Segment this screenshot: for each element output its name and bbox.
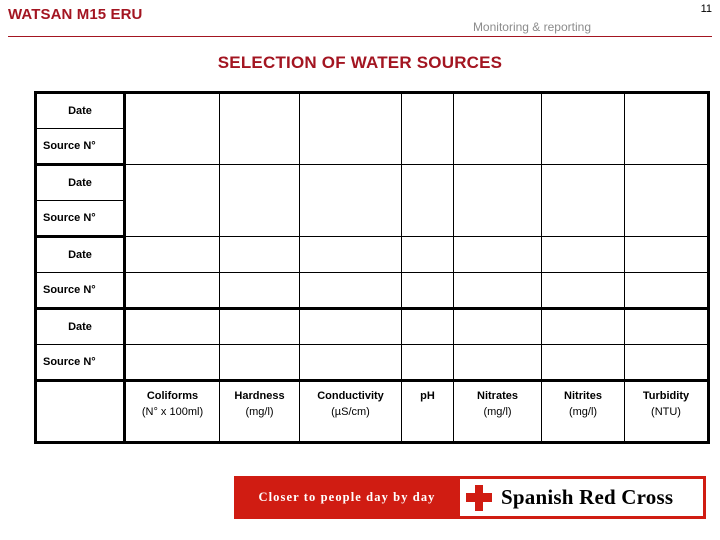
- data-cell-nitrites[interactable]: [541, 236, 625, 273]
- footer-tagline: Closer to people day by day: [258, 490, 436, 504]
- data-cell-nitrites[interactable]: [541, 344, 625, 382]
- table-row: Date: [35, 236, 709, 273]
- data-cell-nitrates[interactable]: [453, 236, 542, 273]
- data-cell-ph[interactable]: [401, 236, 454, 273]
- table-row: Source N°: [35, 344, 709, 382]
- data-cell-coliforms[interactable]: [124, 272, 220, 310]
- row-label-source: Source N°: [35, 128, 126, 166]
- spanish-red-cross-logo: Closer to people day by day Spanish Red …: [234, 476, 706, 519]
- data-cell-turbidity[interactable]: [624, 236, 709, 273]
- water-sources-table: Date Source N° Date Source N° Date Sourc…: [34, 91, 710, 444]
- data-cell-coliforms[interactable]: [124, 236, 220, 273]
- data-cell-nitrates[interactable]: [453, 92, 542, 165]
- data-cell-ph[interactable]: [401, 344, 454, 382]
- red-cross-icon: [466, 484, 492, 511]
- data-cell-ph[interactable]: [401, 92, 454, 165]
- data-cell-hardness[interactable]: [219, 92, 300, 165]
- header-name: Turbidity: [642, 390, 690, 402]
- table-row: Source N°: [35, 272, 709, 310]
- data-cell-turbidity[interactable]: [624, 272, 709, 310]
- row-label-date: Date: [35, 236, 126, 273]
- data-cell-coliforms[interactable]: [124, 344, 220, 382]
- header-cell-nitrites: Nitrites (mg/l): [541, 380, 625, 443]
- header-name: Hardness: [234, 390, 285, 402]
- header-unit: (NTU): [651, 405, 681, 418]
- table-row: Date: [35, 308, 709, 345]
- data-cell-turbidity[interactable]: [624, 308, 709, 345]
- header-name: Nitrates: [477, 390, 518, 402]
- data-cell-hardness[interactable]: [219, 236, 300, 273]
- footer-brand-name: Spanish Red Cross: [501, 485, 674, 509]
- data-cell-conductivity[interactable]: [299, 272, 402, 310]
- data-cell-coliforms[interactable]: [124, 92, 220, 165]
- header-cell-turbidity: Turbidity (NTU): [624, 380, 709, 443]
- header-name: pH: [420, 390, 435, 402]
- data-cell-hardness[interactable]: [219, 272, 300, 310]
- data-cell-nitrites[interactable]: [541, 272, 625, 310]
- header-unit: (µS/cm): [331, 405, 370, 418]
- footer-brand-box: Spanish Red Cross: [460, 479, 703, 516]
- data-cell-coliforms[interactable]: [124, 308, 220, 345]
- data-cell-ph[interactable]: [401, 164, 454, 237]
- row-label-source: Source N°: [35, 272, 126, 310]
- row-label-source: Source N°: [35, 344, 126, 382]
- data-cell-turbidity[interactable]: [624, 344, 709, 382]
- header-unit: (mg/l): [483, 405, 512, 418]
- data-cell-conductivity[interactable]: [299, 164, 402, 237]
- header-cell-nitrates: Nitrates (mg/l): [453, 380, 542, 443]
- data-cell-nitrites[interactable]: [541, 164, 625, 237]
- data-cell-ph[interactable]: [401, 308, 454, 345]
- data-cell-nitrates[interactable]: [453, 272, 542, 310]
- data-cell-turbidity[interactable]: [624, 92, 709, 165]
- slide-number: 11: [700, 3, 712, 15]
- data-cell-coliforms[interactable]: [124, 164, 220, 237]
- row-label-date: Date: [35, 92, 126, 129]
- row-label-source: Source N°: [35, 200, 126, 238]
- row-label-date: Date: [35, 164, 126, 201]
- data-cell-hardness[interactable]: [219, 344, 300, 382]
- table-row: Date: [35, 164, 709, 237]
- header-divider: [8, 36, 712, 37]
- header-cell-coliforms: Coliforms (N° x 100ml): [124, 380, 220, 443]
- header-unit: (N° x 100ml): [141, 405, 204, 418]
- data-cell-conductivity[interactable]: [299, 344, 402, 382]
- data-cell-hardness[interactable]: [219, 308, 300, 345]
- header-cell-conductivity: Conductivity (µS/cm): [299, 380, 402, 443]
- slide-header: WATSAN M15 ERU Monitoring & reporting 11: [0, 0, 720, 40]
- slide-title: SELECTION OF WATER SOURCES: [217, 53, 503, 72]
- header-cell-ph: pH: [401, 380, 454, 443]
- header-subtitle: Monitoring & reporting: [472, 20, 591, 34]
- header-unit: (mg/l): [245, 405, 274, 418]
- data-cell-nitrates[interactable]: [453, 308, 542, 345]
- data-cell-conductivity[interactable]: [299, 92, 402, 165]
- table-header-row: Coliforms (N° x 100ml) Hardness (mg/l) C…: [35, 380, 709, 443]
- header-cell-hardness: Hardness (mg/l): [219, 380, 300, 443]
- data-cell-nitrites[interactable]: [541, 308, 625, 345]
- header-name: Conductivity: [317, 390, 384, 402]
- header-unit: (mg/l): [568, 405, 598, 418]
- header-name: Nitrites: [564, 390, 602, 402]
- row-label-date: Date: [35, 308, 126, 345]
- data-cell-hardness[interactable]: [219, 164, 300, 237]
- header-name: Coliforms: [146, 390, 199, 402]
- table-row: Date: [35, 92, 709, 165]
- data-cell-nitrates[interactable]: [453, 164, 542, 237]
- header-cell-empty: [35, 380, 126, 443]
- data-cell-conductivity[interactable]: [299, 236, 402, 273]
- data-cell-ph[interactable]: [401, 272, 454, 310]
- data-cell-conductivity[interactable]: [299, 308, 402, 345]
- data-cell-turbidity[interactable]: [624, 164, 709, 237]
- data-cell-nitrites[interactable]: [541, 92, 625, 165]
- data-cell-nitrates[interactable]: [453, 344, 542, 382]
